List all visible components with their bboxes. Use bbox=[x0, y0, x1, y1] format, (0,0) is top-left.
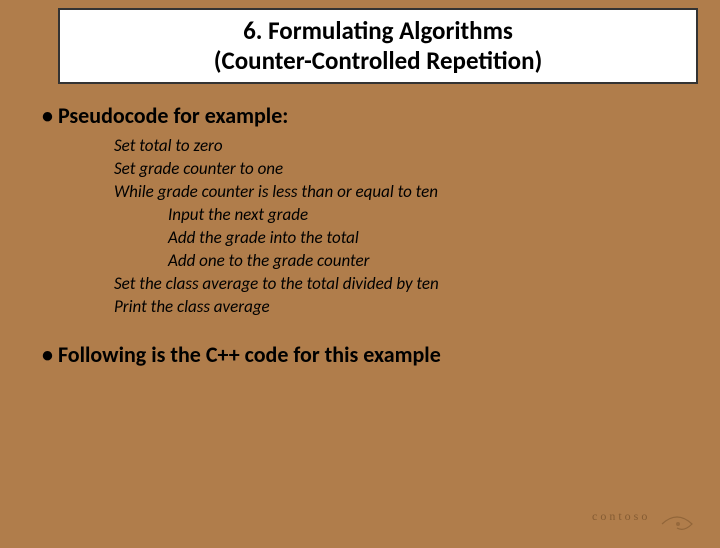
pseudo-line: Set the class average to the total divid… bbox=[114, 273, 698, 296]
slide-title: 6. Formulating Algorithms (Counter-Contr… bbox=[70, 16, 686, 76]
bullet-pseudocode: Pseudocode for example: bbox=[42, 102, 698, 129]
pseudo-line: Add the grade into the total bbox=[114, 227, 698, 250]
title-bar: 6. Formulating Algorithms (Counter-Contr… bbox=[58, 8, 698, 84]
contoso-logo: contoso bbox=[592, 502, 702, 542]
pseudo-line: Add one to the grade counter bbox=[114, 250, 698, 273]
logo-text: contoso bbox=[592, 509, 650, 523]
title-line1: 6. Formulating Algorithms bbox=[243, 15, 513, 46]
content-area: Pseudocode for example: Set total to zer… bbox=[48, 102, 698, 368]
pseudo-line: Input the next grade bbox=[114, 204, 698, 227]
pseudo-line: Print the class average bbox=[114, 296, 698, 319]
title-line2: (Counter-Controlled Repetition) bbox=[214, 45, 543, 76]
pseudo-line: Set grade counter to one bbox=[114, 158, 698, 181]
logo-icon: contoso bbox=[592, 502, 702, 542]
pseudocode-block: Set total to zero Set grade counter to o… bbox=[114, 135, 698, 319]
pseudo-line: While grade counter is less than or equa… bbox=[114, 181, 698, 204]
pseudo-line: Set total to zero bbox=[114, 135, 698, 158]
bullet-following: Following is the C++ code for this examp… bbox=[42, 341, 698, 368]
